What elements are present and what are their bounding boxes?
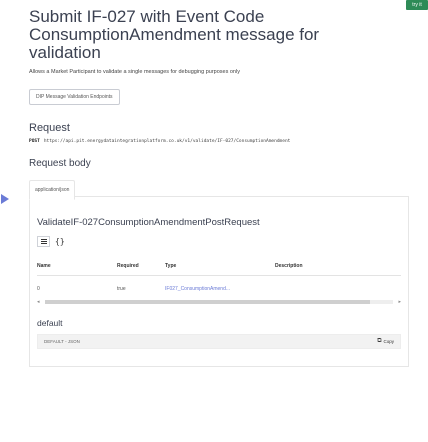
operation-title: Submit IF-027 with Event Code Consumptio… bbox=[29, 7, 320, 62]
horizontal-scrollbar[interactable]: ◂ ▸ bbox=[37, 299, 401, 305]
http-method: POST bbox=[29, 139, 40, 144]
schema-panel: ValidateIF-027ConsumptionAmendmentPostRe… bbox=[29, 197, 409, 367]
scroll-left-icon[interactable]: ◂ bbox=[37, 299, 40, 305]
table-icon[interactable] bbox=[37, 236, 50, 247]
schema-name: ValidateIF-027ConsumptionAmendmentPostRe… bbox=[37, 217, 260, 228]
operation-summary: Allows a Market Participant to validate … bbox=[29, 69, 240, 75]
copy-button[interactable]: ⧉ Copy bbox=[377, 338, 394, 345]
request-body-heading: Request body bbox=[29, 158, 91, 169]
try-it-button[interactable]: try it bbox=[406, 0, 428, 10]
view-toggle: {} bbox=[37, 236, 401, 247]
table-row: 0 true IF027_ConsumptionAmend... bbox=[37, 276, 401, 298]
default-example-label: DEFAULT - JSON bbox=[44, 339, 80, 344]
request-line: POST https://api.pit.energydataintegratio… bbox=[29, 138, 359, 145]
column-header-required: Required bbox=[117, 263, 165, 276]
media-type-tabs: application/json bbox=[29, 177, 409, 200]
scrollbar-thumb[interactable] bbox=[45, 300, 370, 304]
copy-icon: ⧉ bbox=[377, 338, 382, 344]
json-braces-icon[interactable]: {} bbox=[55, 237, 65, 246]
default-example-bar: DEFAULT - JSON ⧉ Copy bbox=[37, 334, 401, 349]
params-table: Name Required Type Description 0 true IF… bbox=[37, 263, 401, 297]
play-arrow-icon[interactable] bbox=[1, 194, 9, 204]
tag-link[interactable]: DIP Message Validation Endpoints bbox=[29, 89, 120, 105]
copy-label: Copy bbox=[383, 339, 394, 344]
default-heading: default bbox=[37, 318, 63, 328]
table-header-row: Name Required Type Description bbox=[37, 263, 401, 276]
cell-description bbox=[275, 276, 401, 298]
tab-application-json[interactable]: application/json bbox=[29, 180, 76, 200]
column-header-description: Description bbox=[275, 263, 401, 276]
request-url: https://api.pit.energydataintegrationpla… bbox=[43, 139, 291, 144]
operation-panel: Submit IF-027 with Event Code Consumptio… bbox=[29, 8, 409, 367]
request-heading: Request bbox=[29, 122, 70, 134]
scroll-right-icon[interactable]: ▸ bbox=[398, 299, 401, 305]
column-header-type: Type bbox=[165, 263, 275, 276]
cell-name: 0 bbox=[37, 286, 40, 292]
cell-required: true bbox=[117, 286, 126, 292]
cell-type-link[interactable]: IF027_ConsumptionAmend... bbox=[165, 276, 275, 298]
column-header-name: Name bbox=[37, 263, 117, 276]
